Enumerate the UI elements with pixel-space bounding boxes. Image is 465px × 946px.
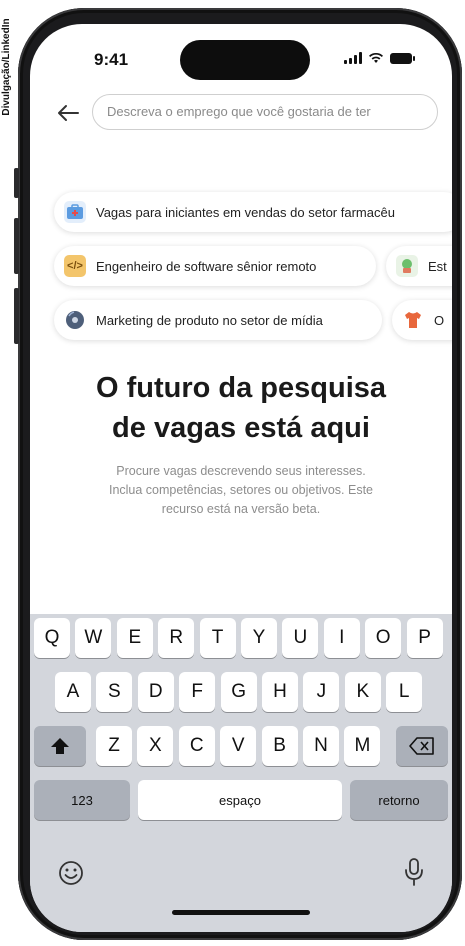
on-screen-keyboard: QWERTYUIOP ASDFGHJKL ZXCVBNM 123 espaço …: [30, 614, 452, 932]
headline-line: O futuro da pesquisa: [95, 372, 387, 404]
suggestion-label: Vagas para iniciantes em vendas do setor…: [96, 204, 395, 220]
disc-icon: [64, 309, 86, 331]
description-line: recurso está na versão beta.: [161, 502, 321, 516]
key-g[interactable]: G: [220, 672, 257, 712]
action-button: [14, 168, 19, 198]
key-h[interactable]: H: [262, 672, 298, 712]
key-e[interactable]: E: [116, 618, 153, 658]
code-icon: </>: [64, 255, 86, 277]
key-f[interactable]: F: [179, 672, 216, 712]
key-j[interactable]: J: [303, 672, 340, 712]
photo-credit: Divulgação/LinkedIn: [1, 18, 12, 116]
status-time: 9:41: [94, 50, 129, 69]
home-indicator: [172, 910, 310, 915]
return-key[interactable]: retorno: [350, 780, 448, 820]
backspace-key[interactable]: [396, 726, 448, 766]
suggestion-chip-pharma-sales[interactable]: Vagas para iniciantes em vendas do setor…: [54, 192, 452, 232]
description-line: Inclua competências, setores ou objetivo…: [108, 483, 374, 497]
page-description: Procure vagas descrevendo seus interesse…: [86, 462, 396, 519]
key-w[interactable]: W: [75, 618, 112, 658]
key-i[interactable]: I: [323, 618, 360, 658]
key-r[interactable]: R: [158, 618, 195, 658]
key-c[interactable]: C: [178, 726, 215, 766]
key-a[interactable]: A: [55, 672, 91, 712]
key-y[interactable]: Y: [241, 618, 277, 658]
suggestion-label: Est: [428, 258, 447, 274]
dynamic-island: [180, 40, 310, 80]
suggestion-label: O: [434, 312, 445, 328]
key-d[interactable]: D: [137, 672, 174, 712]
key-u[interactable]: U: [282, 618, 319, 658]
job-search-input[interactable]: Descreva o emprego que você gostaria de …: [92, 94, 438, 130]
key-s[interactable]: S: [96, 672, 133, 712]
wifi-icon: [369, 52, 383, 63]
key-l[interactable]: L: [386, 672, 423, 712]
headline-line: de vagas está aqui: [112, 412, 370, 444]
key-b[interactable]: B: [261, 726, 298, 766]
suggestion-chip-partial[interactable]: O: [392, 300, 452, 340]
suggestion-label: Engenheiro de software sênior remoto: [96, 258, 317, 274]
key-k[interactable]: K: [344, 672, 381, 712]
suggestion-chip-product-marketing[interactable]: Marketing de produto no setor de mídia: [54, 300, 382, 340]
emoji-icon[interactable]: [58, 860, 84, 892]
suggestion-label: Marketing de produto no setor de mídia: [96, 312, 323, 328]
shirt-icon: [402, 309, 424, 331]
key-p[interactable]: P: [406, 618, 443, 658]
backspace-icon: [409, 737, 434, 755]
key-z[interactable]: Z: [96, 726, 132, 766]
microphone-icon[interactable]: [404, 858, 424, 892]
status-icons: [344, 52, 415, 64]
key-n[interactable]: N: [303, 726, 339, 766]
shift-icon: [51, 738, 69, 754]
phone-screen: 9:41 Descreva o emprego que você gostari…: [30, 24, 452, 932]
numbers-key[interactable]: 123: [34, 780, 130, 820]
key-t[interactable]: T: [199, 618, 236, 658]
key-q[interactable]: Q: [34, 618, 70, 658]
back-arrow-icon[interactable]: [54, 100, 82, 128]
shift-key[interactable]: [34, 726, 86, 766]
key-x[interactable]: X: [137, 726, 174, 766]
signal-icon: [344, 52, 362, 64]
key-o[interactable]: O: [365, 618, 402, 658]
plant-icon: [396, 255, 418, 277]
key-m[interactable]: M: [344, 726, 381, 766]
suggestion-chip-partial[interactable]: Est: [386, 246, 452, 286]
page-headline: O futuro da pesquisa de vagas está aqui: [30, 368, 452, 448]
battery-icon: [390, 52, 415, 64]
space-key[interactable]: espaço: [138, 780, 342, 820]
medical-bag-icon: [64, 201, 86, 223]
description-line: Procure vagas descrevendo seus interesse…: [116, 464, 366, 478]
key-v[interactable]: V: [220, 726, 257, 766]
suggestion-chip-software-engineer[interactable]: </> Engenheiro de software sênior remoto: [54, 246, 376, 286]
volume-up-button: [14, 218, 19, 274]
volume-down-button: [14, 288, 19, 344]
